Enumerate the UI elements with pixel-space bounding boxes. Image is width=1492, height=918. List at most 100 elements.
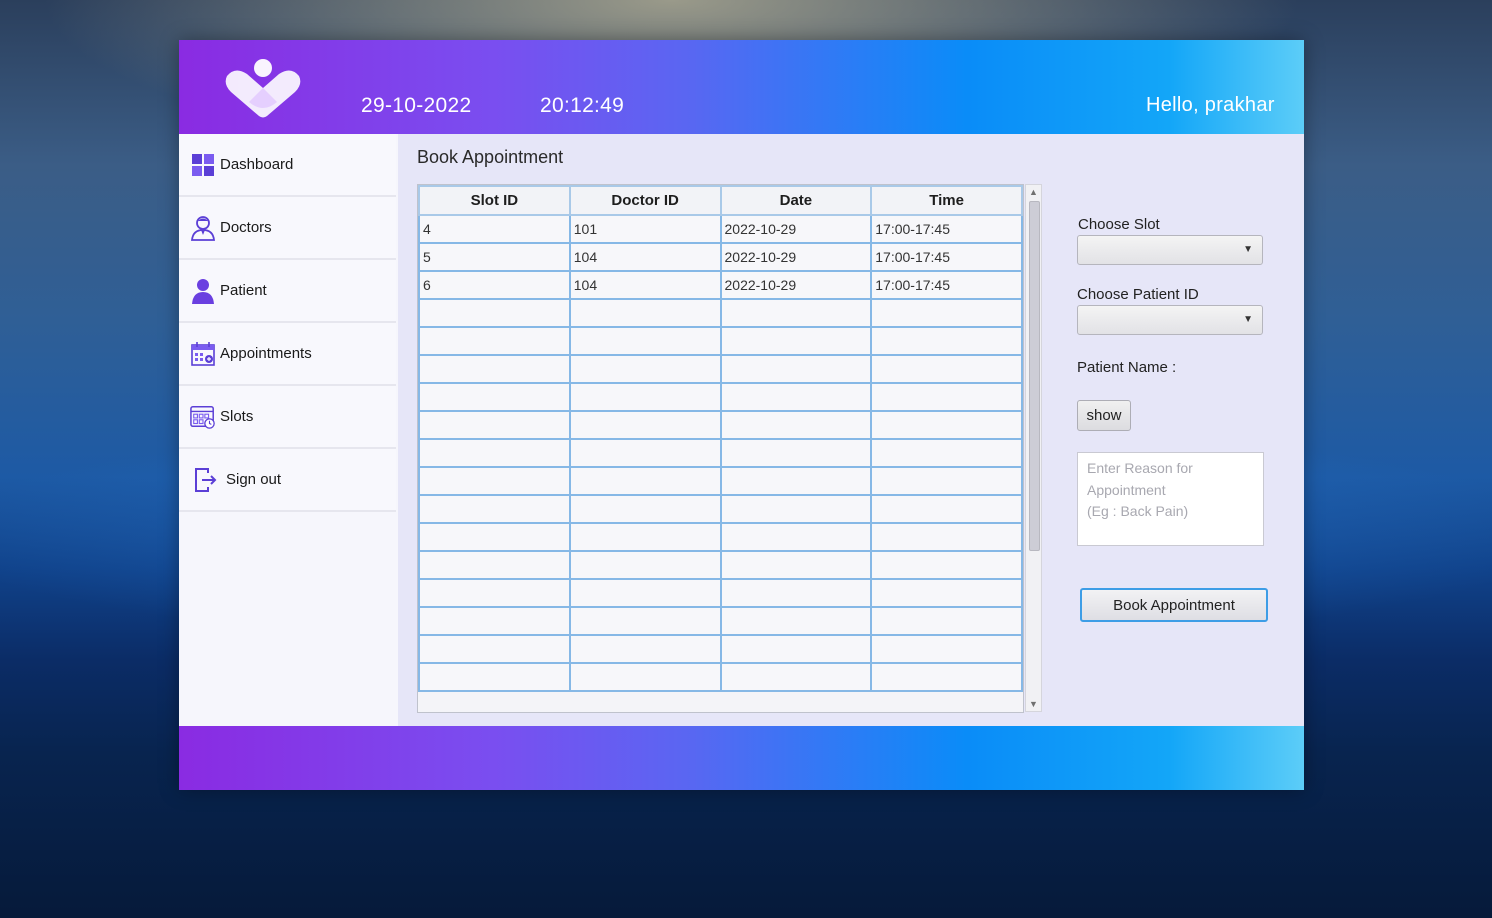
column-header[interactable]: Doctor ID (568, 185, 722, 216)
table-cell (568, 606, 722, 636)
table-row[interactable] (418, 326, 1023, 356)
table-cell (870, 466, 1023, 496)
sign-out-icon (193, 467, 219, 493)
sidebar-item-doctors[interactable]: Doctors (179, 197, 396, 260)
table-row[interactable] (418, 298, 1023, 328)
table-cell (568, 466, 722, 496)
dashboard-grid-icon (190, 152, 216, 178)
table-cell: 17:00-17:45 (870, 214, 1023, 244)
sidebar-item-label: Dashboard (220, 156, 294, 173)
main-panel: Book Appointment Slot ID Doctor ID Date … (398, 134, 1304, 726)
sidebar-item-sign-out[interactable]: Sign out (179, 449, 396, 512)
table-row[interactable]: 4 101 2022-10-29 17:00-17:45 (418, 214, 1023, 244)
table-cell: 104 (568, 270, 722, 300)
slots-calendar-icon (190, 404, 216, 430)
table-cell: 2022-10-29 (719, 214, 873, 244)
table-cell (418, 522, 571, 552)
table-cell (719, 410, 873, 440)
table-cell (870, 438, 1023, 468)
scroll-up-icon[interactable]: ▲ (1026, 185, 1041, 199)
user-greeting: Hello, prakhar (1146, 94, 1275, 116)
table-row[interactable] (418, 606, 1023, 636)
chevron-down-icon: ▼ (1243, 244, 1253, 255)
table-row[interactable] (418, 354, 1023, 384)
table-cell (719, 438, 873, 468)
table-row[interactable] (418, 438, 1023, 468)
show-button[interactable]: show (1077, 400, 1131, 431)
sidebar-item-slots[interactable]: Slots (179, 386, 396, 449)
table-cell (719, 354, 873, 384)
choose-slot-dropdown[interactable]: ▼ (1077, 235, 1263, 265)
sidebar-item-patient[interactable]: Patient (179, 260, 396, 323)
table-cell (418, 438, 571, 468)
table-cell (418, 606, 571, 636)
choose-patient-dropdown[interactable]: ▼ (1077, 305, 1263, 335)
column-header[interactable]: Time (870, 185, 1023, 216)
table-header-row: Slot ID Doctor ID Date Time (418, 185, 1023, 216)
table-cell (870, 578, 1023, 608)
sidebar-item-appointments[interactable]: Appointments (179, 323, 396, 386)
page-title: Book Appointment (417, 147, 564, 167)
table-row[interactable]: 5 104 2022-10-29 17:00-17:45 (418, 242, 1023, 272)
table-cell: 17:00-17:45 (870, 270, 1023, 300)
table-cell (568, 662, 722, 692)
scroll-down-icon[interactable]: ▼ (1026, 697, 1041, 711)
slots-grid: Slot ID Doctor ID Date Time 4 101 2022-10-… (418, 185, 1023, 692)
table-cell (870, 522, 1023, 552)
choose-patient-label: Choose Patient ID (1077, 286, 1199, 303)
table-cell (870, 494, 1023, 524)
table-cell (870, 550, 1023, 580)
table-cell (870, 606, 1023, 636)
table-cell (418, 298, 571, 328)
table-cell (418, 578, 571, 608)
table-scrollbar[interactable]: ▲ ▼ (1025, 184, 1042, 712)
calendar-icon (190, 341, 216, 367)
table-row[interactable] (418, 550, 1023, 580)
table-cell: 2022-10-29 (719, 242, 873, 272)
table-row[interactable]: 6 104 2022-10-29 17:00-17:45 (418, 270, 1023, 300)
table-cell: 104 (568, 242, 722, 272)
column-header[interactable]: Date (719, 185, 873, 216)
table-cell (870, 298, 1023, 328)
chevron-down-icon: ▼ (1243, 314, 1253, 325)
table-row[interactable] (418, 466, 1023, 496)
sidebar-item-dashboard[interactable]: Dashboard (179, 134, 396, 197)
table-row[interactable] (418, 522, 1023, 552)
table-cell (418, 466, 571, 496)
table-cell (568, 550, 722, 580)
book-appointment-button[interactable]: Book Appointment (1080, 588, 1268, 622)
person-icon (190, 278, 216, 304)
column-header[interactable]: Slot ID (418, 185, 571, 216)
doctor-icon (190, 215, 216, 241)
app-window: 29-10-2022 20:12:49 Hello, prakhar Dashb… (179, 40, 1304, 790)
table-cell (719, 662, 873, 692)
table-cell: 101 (568, 214, 722, 244)
table-cell (568, 522, 722, 552)
table-cell (418, 634, 571, 664)
scroll-thumb[interactable] (1029, 201, 1040, 551)
table-cell (568, 298, 722, 328)
table-row[interactable] (418, 578, 1023, 608)
table-row[interactable] (418, 382, 1023, 412)
sidebar-item-label: Appointments (220, 345, 312, 362)
table-cell (870, 662, 1023, 692)
sidebar-item-label: Doctors (220, 219, 272, 236)
table-cell (719, 494, 873, 524)
table-cell (870, 354, 1023, 384)
table-cell (719, 550, 873, 580)
heart-logo-icon (223, 58, 303, 120)
table-cell (719, 298, 873, 328)
app-header: 29-10-2022 20:12:49 Hello, prakhar (179, 40, 1304, 134)
table-row[interactable] (418, 662, 1023, 692)
sidebar-item-label: Patient (220, 282, 267, 299)
table-cell: 4 (418, 214, 571, 244)
table-row[interactable] (418, 494, 1023, 524)
sidebar: Dashboard Doctors Patient Appointments S… (179, 134, 398, 726)
table-cell (568, 410, 722, 440)
table-row[interactable] (418, 634, 1023, 664)
table-cell (719, 326, 873, 356)
slots-table[interactable]: Slot ID Doctor ID Date Time 4 101 2022-10-… (417, 184, 1024, 713)
table-cell (418, 410, 571, 440)
reason-textarea[interactable]: Enter Reason for Appointment (Eg : Back … (1077, 452, 1264, 546)
table-row[interactable] (418, 410, 1023, 440)
